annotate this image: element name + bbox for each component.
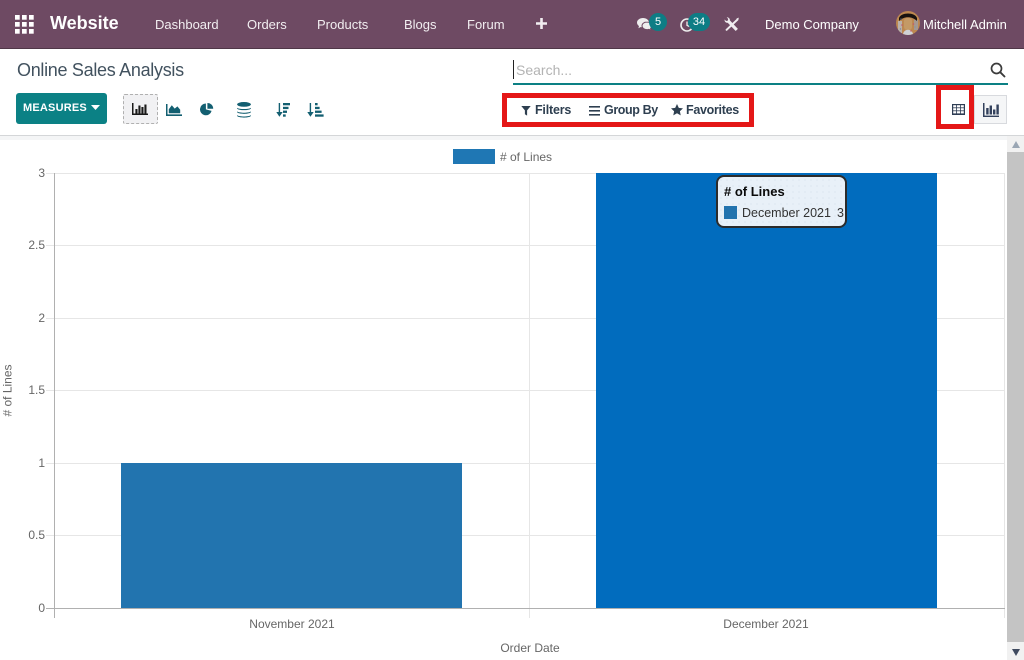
- svg-text:3: 3: [38, 166, 45, 180]
- svg-text:2.5: 2.5: [28, 238, 45, 252]
- svg-text:0.5: 0.5: [28, 528, 45, 542]
- svg-text:1.5: 1.5: [28, 383, 45, 397]
- svg-text:# of Lines: # of Lines: [500, 150, 552, 164]
- svg-text:December 2021: December 2021: [723, 617, 809, 631]
- svg-text:0: 0: [38, 601, 45, 615]
- svg-text:Order Date: Order Date: [500, 641, 560, 655]
- svg-text:2: 2: [38, 311, 45, 325]
- svg-text:1: 1: [38, 456, 45, 470]
- svg-text:# of Lines: # of Lines: [1, 364, 15, 416]
- svg-text:November 2021: November 2021: [249, 617, 335, 631]
